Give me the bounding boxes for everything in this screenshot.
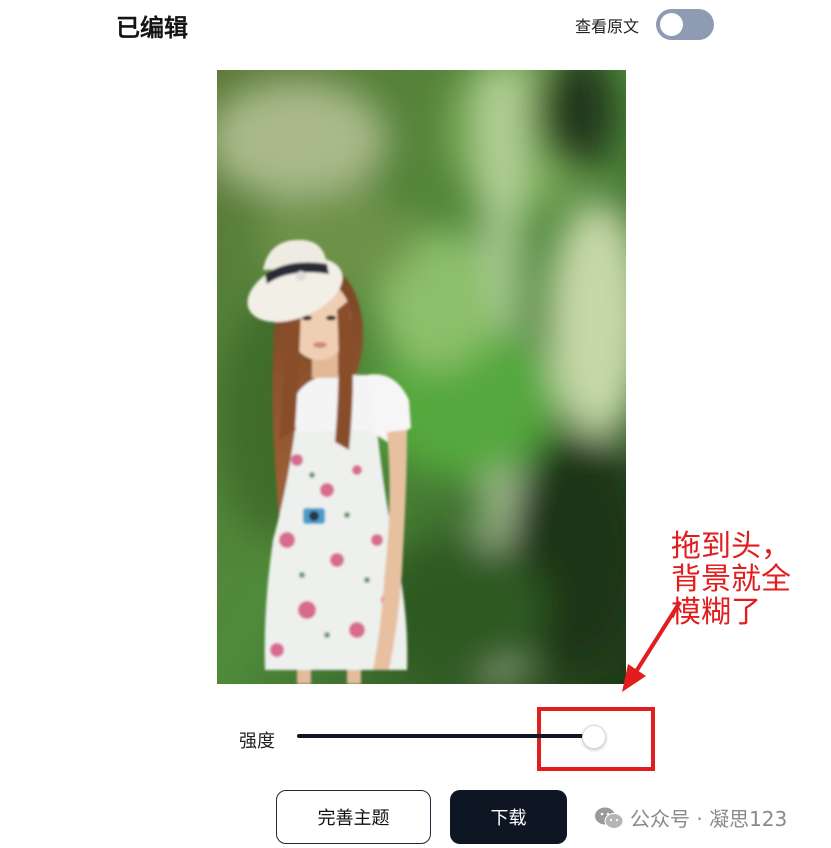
improve-theme-button[interactable]: 完善主题 bbox=[276, 790, 431, 844]
page-title: 已编辑 bbox=[116, 14, 188, 42]
download-button[interactable]: 下载 bbox=[450, 790, 567, 844]
annotation-line: 模糊了 bbox=[671, 595, 761, 630]
photo-image bbox=[217, 70, 626, 684]
annotation-line: 拖到头， bbox=[671, 529, 791, 564]
watermark-text: 公众号 · 凝思123 bbox=[630, 807, 788, 831]
view-original-label: 查看原文 bbox=[575, 17, 640, 36]
strength-slider-thumb[interactable] bbox=[582, 725, 606, 749]
toggle-knob bbox=[660, 13, 683, 36]
edited-photo bbox=[217, 70, 626, 684]
view-original-toggle[interactable] bbox=[656, 9, 714, 40]
annotation-text: 拖到头， 背景就全 模糊了 bbox=[671, 530, 821, 629]
annotation-arrow-icon bbox=[622, 600, 682, 692]
strength-label: 强度 bbox=[239, 731, 275, 752]
strength-slider-track[interactable] bbox=[297, 734, 593, 738]
wechat-icon bbox=[595, 807, 624, 829]
annotation-line: 背景就全 bbox=[671, 562, 791, 597]
watermark: 公众号 · 凝思123 bbox=[594, 803, 787, 832]
